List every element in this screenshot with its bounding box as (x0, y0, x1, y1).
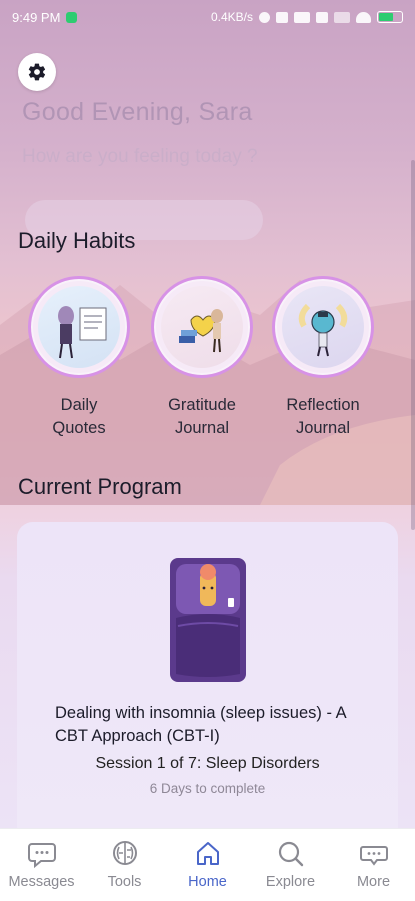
settings-button[interactable] (18, 53, 56, 91)
habit-reflection-journal[interactable]: Reflection Journal (272, 276, 374, 440)
nav-label: Messages (8, 874, 75, 890)
habit-label-line2: Journal (174, 419, 230, 437)
search-icon (278, 841, 303, 867)
habit-label-line2: Journal (295, 419, 351, 437)
session-prefix: Session 1 of 7: (95, 755, 202, 772)
gratitude-heart-icon (161, 286, 243, 368)
nav-home[interactable]: Home (166, 829, 249, 901)
program-card[interactable]: Dealing with insomnia (sleep issues) - A… (17, 522, 398, 828)
habit-label-line1: Reflection (286, 396, 360, 414)
greeting-text: Good Evening, Sara (22, 98, 253, 126)
more-icon (359, 846, 388, 866)
home-screen: 9:49 PM 0.4KB/s Good Evening, Sara How a… (0, 0, 415, 828)
habit-label-line1: Daily (60, 396, 98, 414)
notification-icon (66, 11, 78, 23)
status-time: 9:49 PM (12, 9, 61, 25)
program-title: Dealing with insomnia (sleep issues) - A… (55, 704, 346, 745)
habit-label-line2: Quotes (52, 419, 106, 437)
home-icon (196, 842, 219, 865)
habit-gratitude-journal[interactable]: Gratitude Journal (151, 276, 253, 440)
network-speed: 0.4KB/s (210, 10, 253, 24)
nav-label: More (356, 874, 391, 890)
messages-icon (27, 843, 56, 869)
signal-icon-2 (334, 11, 350, 23)
program-session: Session 1 of 7: Sleep Disorders (17, 755, 398, 773)
alarm-icon (259, 11, 270, 23)
battery-icon (377, 11, 403, 23)
nav-explore[interactable]: Explore (249, 829, 332, 901)
quote-board-icon (38, 286, 120, 368)
nav-label: Home (188, 874, 227, 890)
habit-label-line1: Gratitude (168, 396, 236, 414)
program-days-remaining: 6 Days to complete (149, 781, 266, 796)
habit-daily-quotes[interactable]: Daily Quotes (28, 276, 130, 440)
session-name: Sleep Disorders (205, 755, 320, 772)
nav-more[interactable]: More (332, 829, 415, 901)
reflection-bulb-icon (282, 286, 364, 368)
signal-icon (294, 11, 310, 23)
sleep-illustration (170, 558, 246, 682)
wifi-icon (356, 11, 371, 23)
scrollbar[interactable] (411, 160, 415, 530)
current-program-title: Current Program (18, 474, 182, 499)
volte-icon (276, 11, 288, 23)
gear-icon (28, 63, 46, 81)
status-bar: 9:49 PM 0.4KB/s (0, 0, 415, 34)
volte-icon-2 (316, 11, 328, 23)
nav-label: Explore (265, 874, 316, 890)
nav-label: Tools (107, 874, 142, 890)
bottom-navigation: Messages Tools Home Explore More (0, 828, 415, 901)
daily-habits-title: Daily Habits (18, 228, 136, 253)
nav-tools[interactable]: Tools (83, 829, 166, 901)
nav-messages[interactable]: Messages (0, 829, 83, 901)
brain-icon (112, 841, 137, 865)
mood-prompt: How are you feeling today ? (22, 146, 258, 167)
